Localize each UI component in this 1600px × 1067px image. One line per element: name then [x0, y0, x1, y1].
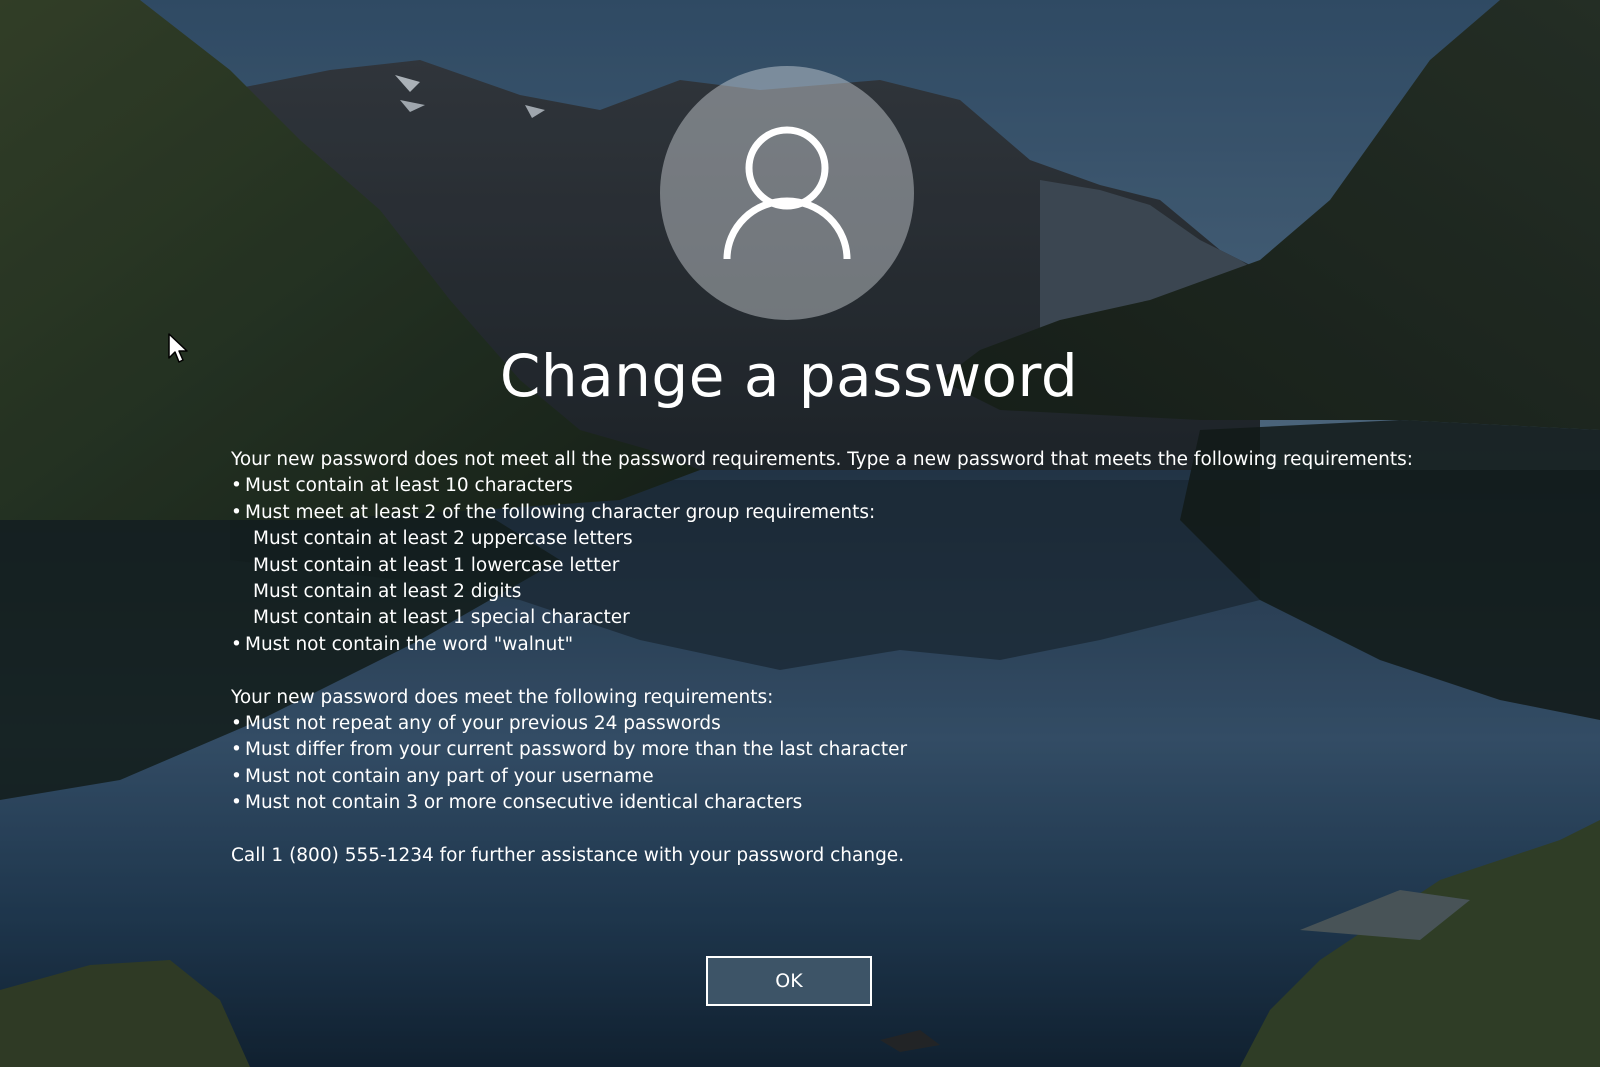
user-avatar [660, 66, 914, 320]
bullet: • [231, 765, 242, 787]
bullet: • [231, 501, 242, 523]
bullet: • [231, 475, 242, 497]
password-requirements-message: Your new password does not meet all the … [231, 447, 1571, 869]
requirement-item: • Must meet at least 2 of the following c… [231, 500, 1571, 526]
user-icon [723, 126, 851, 260]
help-text: Call 1 (800) 555-1234 for further assist… [231, 844, 905, 866]
unmet-intro-text: Your new password does not meet all the … [231, 449, 1414, 470]
met-requirement-item: • Must not contain any part of your usern… [231, 764, 1571, 790]
bullet: • [231, 712, 242, 734]
lock-screen: Change a password Your new password does… [0, 0, 1600, 1067]
requirement-item: • Must contain at least 10 characters [231, 473, 1571, 499]
bullet: • [231, 633, 242, 655]
bullet: • [231, 792, 242, 814]
requirement-item: • Must not contain the word "walnut" [231, 632, 1571, 658]
group-requirement-item: Must contain at least 1 special characte… [253, 607, 630, 629]
ok-button[interactable]: OK [706, 956, 872, 1006]
mouse-cursor-icon [168, 333, 188, 363]
bullet: • [231, 739, 242, 761]
met-requirement-item: • Must differ from your current password … [231, 737, 1571, 763]
met-requirement-item: • Must not repeat any of your previous 24… [231, 711, 1571, 737]
met-intro-text: Your new password does meet the followin… [231, 686, 774, 708]
met-requirement-item: • Must not contain 3 or more consecutive … [231, 790, 1571, 816]
group-requirement-item: Must contain at least 2 digits [253, 580, 522, 602]
page-title: Change a password [499, 342, 1079, 410]
group-requirement-item: Must contain at least 2 uppercase letter… [253, 528, 633, 550]
group-requirement-item: Must contain at least 1 lowercase letter [253, 554, 620, 576]
